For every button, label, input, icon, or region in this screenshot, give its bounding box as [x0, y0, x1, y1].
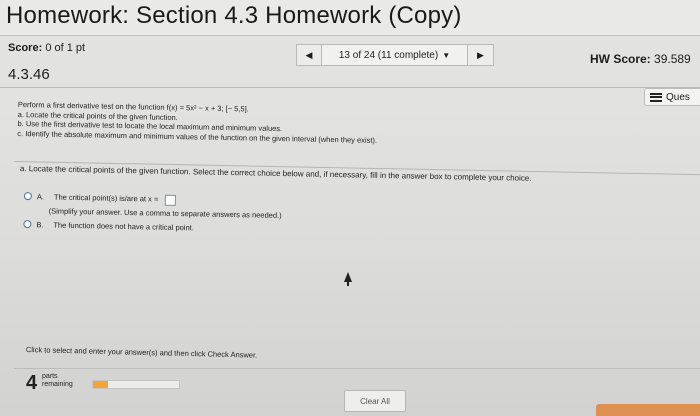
triangle-down-icon: ▼ [442, 50, 451, 60]
choice-b-letter: B. [36, 220, 44, 230]
clear-all-button[interactable]: Clear All [344, 390, 406, 412]
title-bar: Homework: Section 4.3 Homework (Copy) [0, 0, 700, 36]
page: Homework: Section 4.3 Homework (Copy) Sc… [0, 0, 700, 416]
choice-a-radio[interactable] [23, 192, 32, 201]
triangle-left-icon: ◀ [305, 49, 313, 60]
score: Score: 0 of 1 pt [8, 42, 85, 54]
page-title: Homework: Section 4.3 Homework (Copy) [6, 2, 462, 29]
hw-score-value: 39.589 [654, 52, 691, 66]
score-value: 0 of 1 pt [45, 42, 86, 54]
parts-remaining-label: parts remaining [42, 373, 73, 389]
hw-score: HW Score: 39.589 [590, 52, 691, 66]
choice-a[interactable]: A. The critical point(s) is/are at x = [23, 192, 282, 208]
question-selector[interactable]: 13 of 24 (11 complete) ▼ [322, 44, 468, 66]
question-menu-button[interactable]: Ques [644, 88, 700, 106]
question-id: 4.3.46 [8, 66, 50, 83]
question-menu-label: Ques [666, 91, 690, 103]
info-bar: Score: 0 of 1 pt 4.3.46 ◀ 13 of 24 (11 c… [0, 36, 700, 88]
parts-label-line2: remaining [42, 381, 73, 388]
answer-choices: A. The critical point(s) is/are at x = (… [23, 192, 282, 237]
parts-progress-fill [93, 381, 109, 388]
question-position: 13 of 24 (11 complete) [338, 49, 439, 61]
mouse-cursor-icon [344, 272, 352, 286]
next-question-button[interactable]: ▶ [468, 44, 494, 66]
menu-icon [650, 92, 662, 102]
parts-progress-bar [92, 380, 180, 389]
hw-score-label: HW Score: [590, 52, 651, 66]
choice-a-letter: A. [36, 192, 45, 202]
check-answer-button[interactable] [596, 404, 700, 416]
instruction-text: Click to select and enter your answer(s)… [25, 345, 258, 360]
parts-remaining-count: 4 [26, 372, 38, 394]
bottom-divider [14, 368, 700, 369]
choice-b-radio[interactable] [23, 219, 32, 229]
parts-label-line1: parts [42, 373, 58, 380]
previous-question-button[interactable]: ◀ [296, 44, 322, 66]
choice-b[interactable]: B. The function does not have a critical… [23, 219, 281, 234]
choice-a-hint: (Simplify your answer. Use a comma to se… [48, 206, 282, 220]
score-label: Score: [8, 42, 43, 54]
choice-a-text: The critical point(s) is/are at x = [53, 192, 159, 204]
answer-input-box[interactable] [165, 194, 177, 206]
triangle-right-icon: ▶ [477, 49, 484, 60]
problem-statement: Perform a first derivative test on the f… [17, 100, 377, 145]
choice-b-text: The function does not have a critical po… [53, 220, 194, 233]
